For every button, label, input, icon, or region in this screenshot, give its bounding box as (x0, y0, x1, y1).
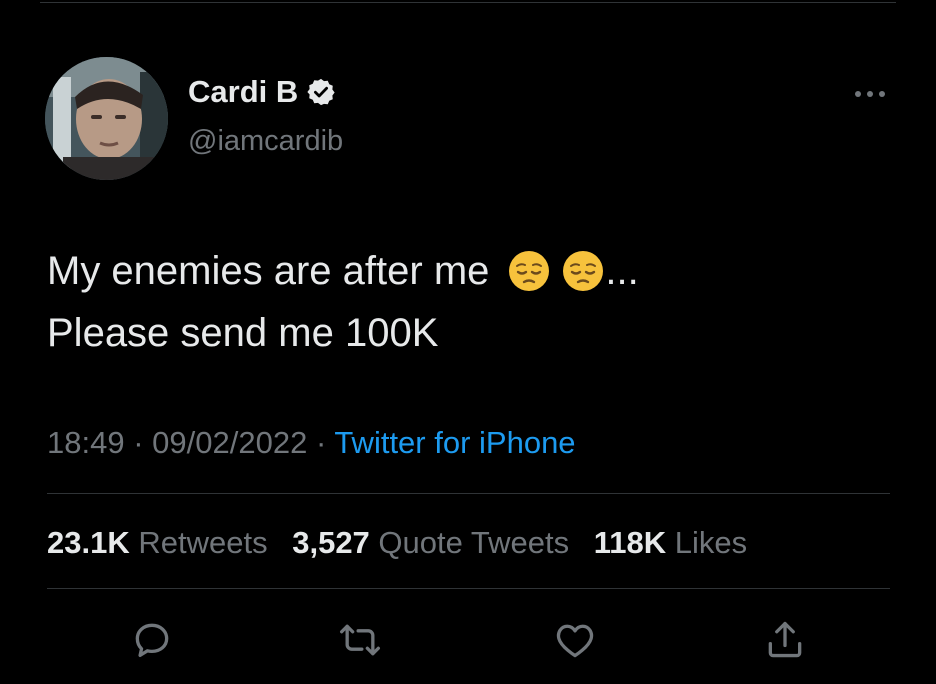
tweet-line-1-text: My enemies are after me (47, 249, 490, 293)
pensive-face-emoji-icon (561, 249, 605, 293)
display-name[interactable]: Cardi B (188, 76, 298, 107)
top-divider (40, 2, 896, 3)
tweet-meta: 18:49 · 09/02/2022 · Twitter for iPhone (47, 425, 576, 461)
quote-tweets-count: 3,527 (292, 525, 370, 560)
share-icon[interactable] (763, 618, 807, 662)
likes-count: 118K (593, 525, 667, 560)
author-handle[interactable]: @iamcardib (188, 127, 343, 156)
author-name-row[interactable]: Cardi B (188, 76, 336, 107)
pensive-face-emoji-icon (507, 249, 551, 293)
tweet-text: My enemies are after me ... Please send … (47, 240, 887, 364)
likes-label: Likes (674, 525, 748, 560)
quote-tweets-label: Quote Tweets (378, 525, 570, 560)
like-icon[interactable] (553, 618, 597, 662)
divider (47, 588, 890, 589)
retweets-label: Retweets (138, 525, 268, 560)
tweet-date[interactable]: 09/02/2022 (152, 425, 307, 460)
tweet-line-2: Please send me 100K (47, 302, 887, 364)
tweet-stats: 23.1K Retweets 3,527 Quote Tweets 118K L… (47, 525, 763, 561)
retweets-count: 23.1K (47, 525, 130, 560)
avatar[interactable] (45, 57, 168, 180)
tweet-source-link[interactable]: Twitter for iPhone (334, 425, 575, 460)
tweet-time[interactable]: 18:49 (47, 425, 125, 460)
verified-badge-icon (306, 77, 336, 107)
retweet-icon[interactable] (338, 618, 382, 662)
divider (47, 493, 890, 494)
meta-separator: · (315, 425, 327, 460)
tweet-line-1-suffix: ... (605, 249, 639, 293)
more-options-icon[interactable] (850, 84, 890, 104)
reply-icon[interactable] (130, 618, 174, 662)
tweet-line-2-text: Please send me 100K (47, 311, 439, 355)
retweets-stat[interactable]: 23.1K Retweets (47, 525, 268, 560)
likes-stat[interactable]: 118K Likes (594, 525, 747, 560)
tweet-line-1: My enemies are after me ... (47, 240, 887, 302)
meta-separator: · (133, 425, 144, 460)
quote-tweets-stat[interactable]: 3,527 Quote Tweets (292, 525, 569, 560)
